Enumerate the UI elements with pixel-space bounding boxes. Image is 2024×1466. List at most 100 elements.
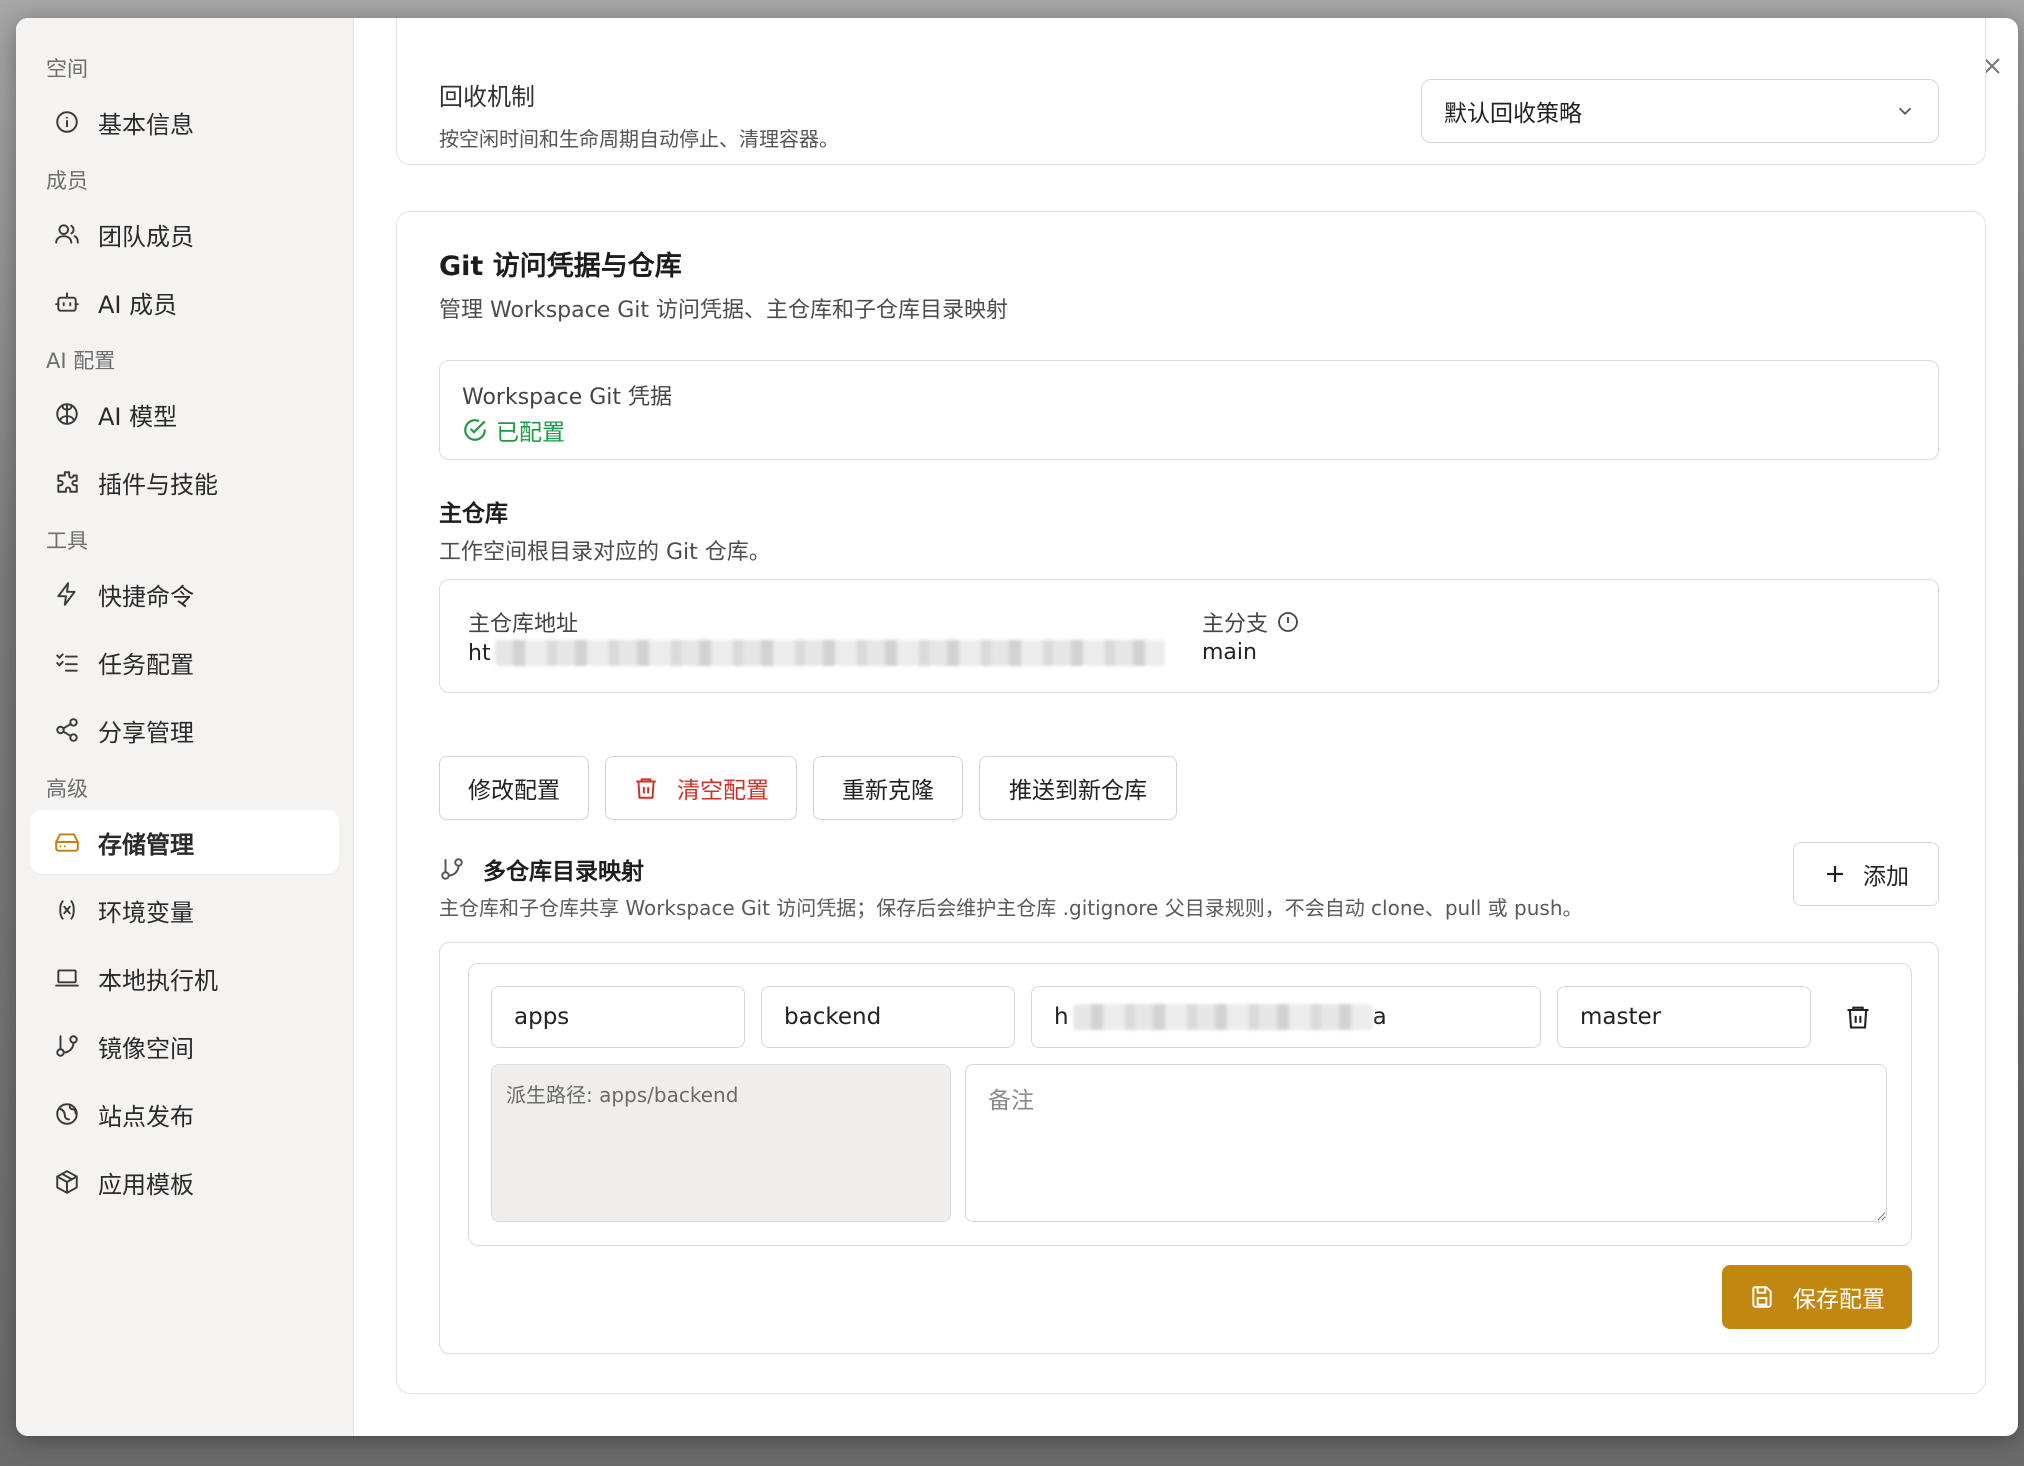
clear-config-button[interactable]: 清空配置 <box>605 756 797 820</box>
share-icon <box>52 715 82 745</box>
note-textarea[interactable] <box>965 1064 1887 1222</box>
git-branch-icon <box>52 1031 82 1061</box>
sidebar-item-label: 基本信息 <box>98 110 194 139</box>
mapping-url-tail: a <box>1372 1004 1387 1030</box>
mapping-title-text: 多仓库目录映射 <box>483 859 644 885</box>
info-icon <box>52 107 82 137</box>
sidebar-item-label: 插件与技能 <box>98 470 218 499</box>
sidebar-item-team-members[interactable]: 团队成员 <box>30 202 339 266</box>
main-content: 回收机制 按空闲时间和生命周期自动停止、清理容器。 默认回收策略 Git 访问凭… <box>354 18 2018 1436</box>
hard-drive-icon <box>52 827 82 857</box>
sidebar-item-basic-info[interactable]: 基本信息 <box>30 90 339 154</box>
sidebar: 空间 基本信息 成员 团队成员 AI 成员 AI 配置 AI 模型 插件与技能 … <box>16 18 354 1436</box>
redacted-url <box>494 640 1165 666</box>
sidebar-item-share-management[interactable]: 分享管理 <box>30 698 339 762</box>
mapping-branch-input[interactable]: master <box>1557 986 1811 1048</box>
git-card: Git 访问凭据与仓库 管理 Workspace Git 访问凭据、主仓库和子仓… <box>396 211 1986 1394</box>
sidebar-item-ai-model[interactable]: AI 模型 <box>30 382 339 446</box>
sidebar-item-site-publish[interactable]: 站点发布 <box>30 1082 339 1146</box>
clear-config-label: 清空配置 <box>677 778 769 804</box>
sidebar-item-mirror-space[interactable]: 镜像空间 <box>30 1014 339 1078</box>
credential-status: 已配置 <box>462 413 565 447</box>
sidebar-item-label: AI 模型 <box>98 402 178 431</box>
save-config-button[interactable]: 保存配置 <box>1722 1265 1912 1329</box>
sidebar-item-app-templates[interactable]: 应用模板 <box>30 1150 339 1214</box>
mapping-url-text: h <box>1054 1004 1069 1030</box>
brain-icon <box>52 399 82 429</box>
derived-path: 派生路径: apps/backend <box>491 1064 951 1222</box>
recycle-policy-value: 默认回收策略 <box>1444 101 1582 127</box>
mapping-container: apps backend h a master 派生路径: apps/backe… <box>439 942 1939 1354</box>
credential-status-text: 已配置 <box>496 420 565 446</box>
mapping-name-input[interactable]: backend <box>761 986 1015 1048</box>
sidebar-item-label: 任务配置 <box>98 650 194 679</box>
sidebar-item-env-vars[interactable]: 环境变量 <box>30 878 339 942</box>
laptop-icon <box>52 963 82 993</box>
recycle-desc: 按空闲时间和生命周期自动停止、清理容器。 <box>439 127 839 151</box>
sidebar-item-storage[interactable]: 存储管理 <box>30 810 339 874</box>
repo-url-label: 主仓库地址 <box>468 612 579 637</box>
recycle-policy-select[interactable]: 默认回收策略 <box>1421 79 1939 143</box>
main-repo-box: 主仓库地址 ht 主分支 main <box>439 579 1939 693</box>
zap-icon <box>52 579 82 609</box>
group-label-advanced: 高级 <box>46 777 88 801</box>
delete-mapping-button[interactable] <box>1841 1000 1875 1034</box>
group-label-space: 空间 <box>46 57 88 81</box>
info-circle-icon[interactable] <box>1276 610 1300 634</box>
repo-url-text: ht <box>468 640 491 666</box>
branch-label-text: 主分支 <box>1202 612 1269 637</box>
repo-url-value: ht <box>468 640 1165 666</box>
mapping-dir-input[interactable]: apps <box>491 986 745 1048</box>
plus-icon <box>1827 866 1843 882</box>
globe-icon <box>52 1099 82 1129</box>
sidebar-item-label: 快捷命令 <box>98 582 194 611</box>
users-icon <box>52 219 82 249</box>
list-checks-icon <box>52 647 82 677</box>
mapping-row: apps backend h a master 派生路径: apps/backe… <box>468 963 1912 1246</box>
group-label-ai-config: AI 配置 <box>46 349 116 373</box>
sidebar-item-label: 镜像空间 <box>98 1034 194 1063</box>
git-title: Git 访问凭据与仓库 <box>439 251 682 282</box>
push-new-repo-button[interactable]: 推送到新仓库 <box>979 756 1177 820</box>
trash-icon <box>636 778 656 799</box>
add-mapping-label: 添加 <box>1863 864 1909 890</box>
git-desc: 管理 Workspace Git 访问凭据、主仓库和子仓库目录映射 <box>439 298 1009 323</box>
add-mapping-button[interactable]: 添加 <box>1793 842 1939 906</box>
git-branch-icon <box>441 858 463 880</box>
branch-value: main <box>1202 640 1257 665</box>
sidebar-item-label: 本地执行机 <box>98 966 218 995</box>
sidebar-item-label: 团队成员 <box>98 222 194 251</box>
save-icon <box>1752 1286 1772 1308</box>
main-repo-desc: 工作空间根目录对应的 Git 仓库。 <box>439 540 771 565</box>
puzzle-icon <box>52 467 82 497</box>
variable-icon <box>52 895 82 925</box>
sidebar-item-label: 环境变量 <box>98 898 194 927</box>
branch-label: 主分支 <box>1202 606 1300 638</box>
mapping-title: 多仓库目录映射 <box>439 852 644 886</box>
main-repo-title: 主仓库 <box>439 501 508 527</box>
group-label-members: 成员 <box>46 169 88 193</box>
recycle-title: 回收机制 <box>439 83 535 111</box>
bot-icon <box>52 287 82 317</box>
recycle-card: 回收机制 按空闲时间和生命周期自动停止、清理容器。 默认回收策略 <box>396 18 1986 165</box>
mapping-url-input[interactable]: h a <box>1031 986 1541 1048</box>
sidebar-item-plugins[interactable]: 插件与技能 <box>30 450 339 514</box>
sidebar-item-label: 存储管理 <box>98 830 194 859</box>
redacted-url <box>1072 1004 1373 1030</box>
sidebar-item-task-config[interactable]: 任务配置 <box>30 630 339 694</box>
trash-icon <box>1847 1006 1869 1029</box>
reclone-button[interactable]: 重新克隆 <box>813 756 963 820</box>
sidebar-item-quick-commands[interactable]: 快捷命令 <box>30 562 339 626</box>
sidebar-item-ai-members[interactable]: AI 成员 <box>30 270 339 334</box>
edit-config-button[interactable]: 修改配置 <box>439 756 589 820</box>
sidebar-item-label: 分享管理 <box>98 718 194 747</box>
credential-label: Workspace Git 凭据 <box>462 385 673 410</box>
sidebar-item-local-runner[interactable]: 本地执行机 <box>30 946 339 1010</box>
settings-modal: 空间 基本信息 成员 团队成员 AI 成员 AI 配置 AI 模型 插件与技能 … <box>16 18 2018 1436</box>
sidebar-item-label: 应用模板 <box>98 1170 194 1199</box>
group-label-tools: 工具 <box>46 529 88 553</box>
mapping-desc: 主仓库和子仓库共享 Workspace Git 访问凭据；保存后会维护主仓库 .… <box>439 896 1583 920</box>
sidebar-item-label: 站点发布 <box>98 1102 194 1131</box>
sidebar-item-label: AI 成员 <box>98 290 178 319</box>
save-config-label: 保存配置 <box>1793 1287 1885 1313</box>
